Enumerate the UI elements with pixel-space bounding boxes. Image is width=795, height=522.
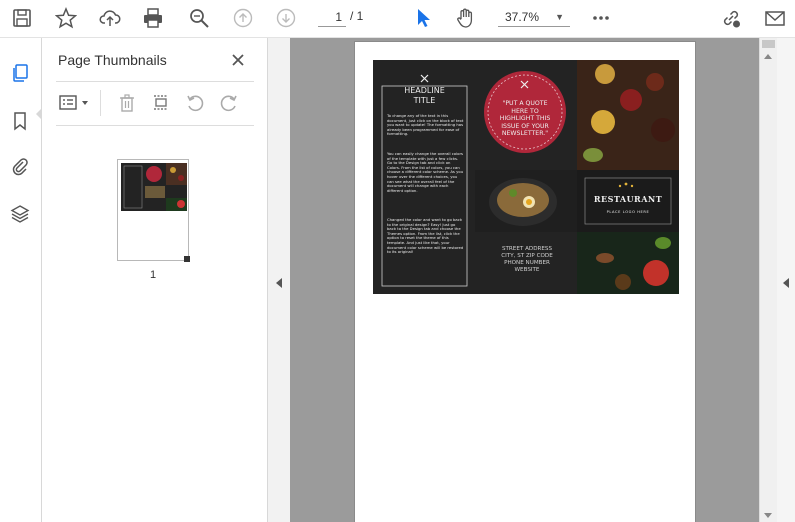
page-number-input[interactable]: 1 (318, 7, 346, 27)
vertical-scrollbar[interactable] (759, 38, 777, 522)
star-icon[interactable] (52, 4, 80, 32)
page-thumbnails-panel: Page Thumbnails 1 (42, 38, 268, 522)
brochure-body-2: You can easily change the overall colors… (387, 151, 464, 193)
print-icon[interactable] (139, 4, 167, 32)
expand-right-pane-icon[interactable] (783, 278, 789, 288)
scroll-up-icon[interactable] (764, 54, 772, 59)
panel-collapse-splitter[interactable] (268, 38, 290, 522)
thumbnail-preview (121, 163, 187, 211)
delete-page-icon[interactable] (114, 90, 140, 116)
attachment-icon[interactable] (7, 153, 33, 179)
left-navigation-rail (0, 38, 42, 522)
thumbnail-resize-handle[interactable] (184, 256, 190, 262)
zoom-search-icon[interactable] (185, 4, 213, 32)
next-page-icon[interactable] (272, 4, 300, 32)
restaurant-name: RESTAURANT (593, 194, 663, 204)
zoom-select[interactable]: 37.7% ▼ (498, 7, 570, 27)
previous-page-icon[interactable] (229, 4, 257, 32)
cloud-upload-icon[interactable] (96, 4, 124, 32)
rotate-clockwise-icon[interactable] (216, 90, 242, 116)
document-viewer: HEADLINE TITLE To change any of the text… (290, 38, 759, 522)
select-pointer-icon[interactable] (409, 4, 437, 32)
scrollbar-thumb[interactable] (762, 40, 775, 48)
page-total-label: / 1 (350, 9, 364, 23)
right-pane-toggle[interactable] (777, 38, 795, 522)
extract-page-icon[interactable] (148, 90, 174, 116)
address-line-4: WEBSITE (514, 267, 540, 273)
pdf-page: HEADLINE TITLE To change any of the text… (354, 41, 696, 522)
brochure-quote: "PUT A QUOTE HERE TO HIGHLIGHT THIS ISSU… (499, 100, 551, 138)
brochure-body-1: To change any of the text in this docume… (387, 113, 464, 137)
more-options-icon[interactable] (587, 4, 615, 32)
chevron-down-icon: ▼ (555, 12, 564, 22)
panel-divider (56, 81, 254, 82)
brochure-headline: HEADLINE TITLE (404, 86, 445, 105)
hand-tool-icon[interactable] (452, 4, 480, 32)
page-thumbnail[interactable] (117, 159, 190, 262)
brochure-body-3: Changed the color and want to go back to… (387, 217, 464, 255)
zoom-value: 37.7% (505, 10, 540, 24)
rotate-counterclockwise-icon[interactable] (182, 90, 208, 116)
brochure-panel: HEADLINE TITLE To change any of the text… (373, 60, 679, 294)
save-icon[interactable] (8, 4, 36, 32)
thumbnail-options-button[interactable] (56, 90, 94, 116)
toolbar: 1 / 1 37.7% ▼ (0, 0, 795, 38)
bookmark-icon[interactable] (7, 108, 33, 134)
restaurant-tagline: PLACE LOGO HERE (606, 210, 650, 214)
share-link-icon[interactable] (717, 4, 745, 32)
close-icon[interactable] (228, 50, 248, 70)
panel-divider (56, 125, 254, 126)
collapse-left-icon[interactable] (276, 278, 282, 288)
page-thumbnails-icon[interactable] (7, 60, 33, 86)
thumbnail-page-number: 1 (149, 269, 157, 281)
toolbar-divider (100, 90, 101, 116)
email-icon[interactable] (761, 4, 789, 32)
scroll-down-icon[interactable] (764, 513, 772, 518)
panel-title: Page Thumbnails (58, 52, 167, 68)
layers-icon[interactable] (7, 201, 33, 227)
